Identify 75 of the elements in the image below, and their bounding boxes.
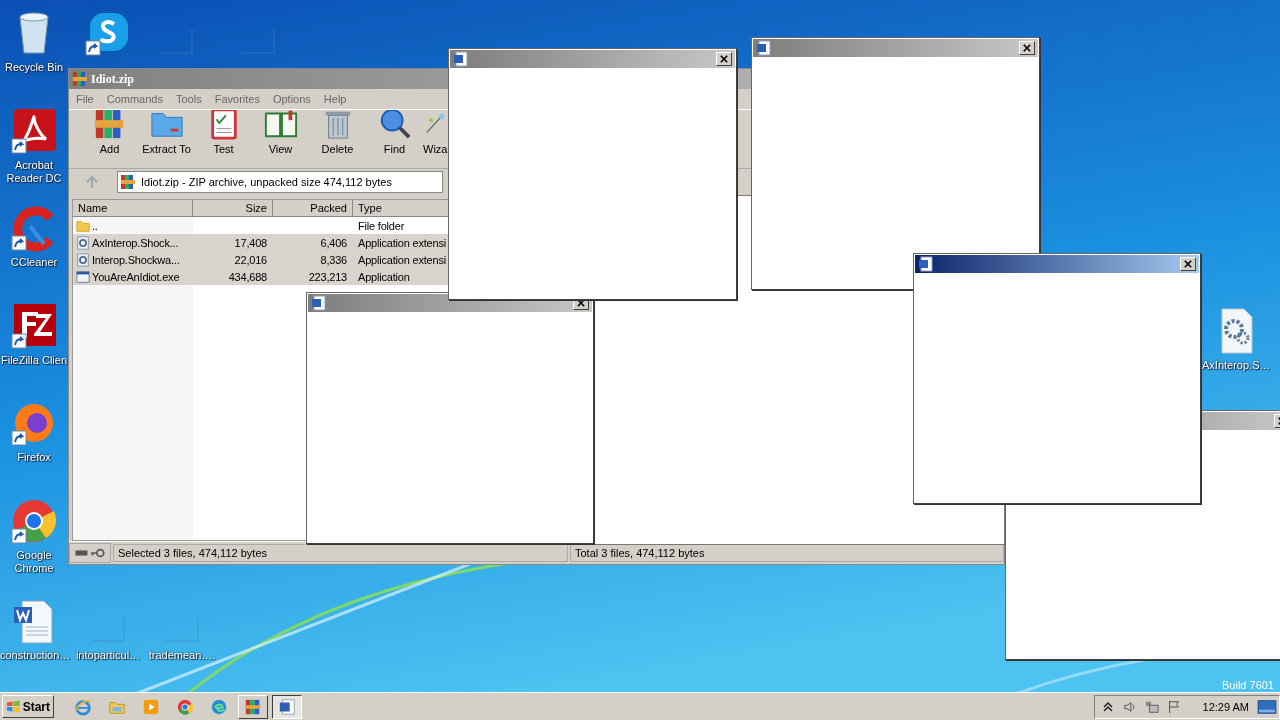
toolbar-button[interactable]: View <box>252 110 309 164</box>
toolbar-button[interactable]: Delete <box>309 110 366 164</box>
desktop-icon-label[interactable]: Recycle Bin <box>4 61 64 74</box>
toolbar-button[interactable]: Find <box>366 110 423 164</box>
file-name: .. <box>92 219 98 232</box>
drive-key-icon <box>73 547 107 559</box>
menu-item[interactable]: File <box>76 93 94 105</box>
toolbar-button[interactable]: Extract To <box>138 110 195 164</box>
window-title: Idiot.zip <box>91 71 134 87</box>
archive-app-icon <box>72 71 88 87</box>
build-text: Build 7601 <box>1222 679 1274 691</box>
file-row[interactable]: AxInterop.Shock... 17,408 6,406 Application extensi <box>73 234 448 251</box>
windows-logo-icon <box>6 698 21 715</box>
clock[interactable]: 12:29 AM <box>1202 700 1249 713</box>
chrome-icon[interactable] <box>10 497 58 545</box>
close-icon <box>1023 44 1031 52</box>
browser-e-icon <box>74 697 92 716</box>
flag-icon[interactable] <box>1166 699 1181 714</box>
file-row[interactable]: YouAreAnIdiot.exe 434,688 223,213 Application <box>73 268 448 285</box>
close-icon <box>1184 260 1192 268</box>
file-name: YouAreAnIdiot.exe <box>92 270 180 283</box>
archive-app-icon <box>244 697 262 716</box>
ftp-app-icon[interactable] <box>10 302 58 350</box>
network-icon[interactable] <box>1144 699 1159 714</box>
document-icon <box>453 51 469 67</box>
file-type: Application <box>357 270 411 283</box>
folder-icon <box>76 218 90 233</box>
close-button[interactable] <box>1180 257 1196 271</box>
packed-size: 6,406 <box>319 236 348 249</box>
gear-file-icon <box>76 235 90 250</box>
close-icon <box>720 55 728 63</box>
address-field[interactable]: Idiot.zip - ZIP archive, unpacked size 474,112 bytes <box>117 171 443 193</box>
menu-item[interactable]: Options <box>272 93 311 105</box>
close-button[interactable] <box>1019 41 1035 55</box>
file-name: Interop.Shockwa... <box>92 253 180 266</box>
speaker-icon[interactable] <box>1122 699 1137 714</box>
desktop-icon-label[interactable]: FileZilla Clien <box>1 354 67 367</box>
file-type: Application extensi <box>357 253 447 266</box>
toolbar-button[interactable]: Test <box>195 110 252 164</box>
close-icon <box>577 299 585 307</box>
menu-item[interactable]: Commands <box>106 93 163 105</box>
book-icon <box>263 110 298 140</box>
file-size: 22,016 <box>233 253 268 266</box>
file-type: File folder <box>357 219 406 232</box>
desktop-icon-label[interactable]: CCleaner <box>10 256 58 269</box>
program-icon <box>76 269 90 284</box>
document-icon <box>756 40 772 56</box>
packed-size: 8,336 <box>319 253 348 266</box>
menu-item[interactable]: Favorites <box>214 93 260 105</box>
taskbar-button[interactable] <box>272 694 302 719</box>
folder-icon <box>149 110 184 140</box>
menu-item[interactable]: Help <box>323 93 347 105</box>
pdf-app-icon[interactable] <box>10 107 58 155</box>
show-desktop-icon[interactable] <box>1257 698 1277 715</box>
document-icon <box>918 256 934 272</box>
gear-file-icon <box>76 252 90 267</box>
file-name: AxInterop.Shock... <box>92 236 179 249</box>
edge-icon <box>210 697 228 716</box>
archive-icon <box>120 174 136 190</box>
packed-size: 223,213 <box>307 270 348 283</box>
start-button[interactable]: Start <box>2 695 54 718</box>
file-size: 17,408 <box>233 236 268 249</box>
play-icon <box>142 697 160 716</box>
toolbar-button[interactable]: Add <box>81 110 138 164</box>
menu-item[interactable]: Tools <box>176 93 202 105</box>
file-row[interactable]: Interop.Shockwa... 22,016 8,336 Application extensi <box>73 251 448 268</box>
file-row[interactable]: .. File folder <box>73 217 448 234</box>
document-icon <box>278 697 296 716</box>
desktop-icon-label[interactable]: Acrobat Reader DC <box>0 159 68 185</box>
close-button[interactable] <box>716 52 732 66</box>
document-icon <box>311 295 327 311</box>
chrome-icon <box>176 697 194 716</box>
toolbar-button[interactable]: Wiza <box>423 110 448 164</box>
file-type: Application extensi <box>357 236 447 249</box>
file-size: 434,688 <box>227 270 268 283</box>
